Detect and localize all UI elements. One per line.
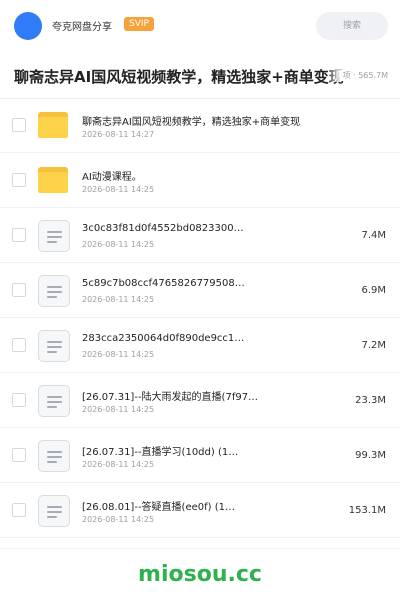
- file-row[interactable]: 3c0c83f81d0f4552bd0823300… 2026-08-11 14:…: [0, 208, 400, 263]
- file-date: 2026-08-11 14:25: [82, 460, 155, 469]
- document-icon: [38, 385, 70, 417]
- divider: [0, 548, 400, 549]
- file-list: 聊斋志异AI国风短视频教学，精选独家+商单变现 2026-08-11 14:27 A…: [0, 98, 400, 538]
- document-icon: [38, 220, 70, 252]
- file-name: 5c89c7b08ccf4765826779508…: [82, 278, 245, 289]
- file-name: [26.07.31]--陆大雨发起的直播(7f97…: [82, 392, 259, 403]
- file-date: 2026-08-11 14:25: [82, 350, 155, 359]
- file-name: [26.07.31]--直播学习(10dd) (1…: [82, 447, 239, 458]
- file-size: 7.2M: [361, 340, 386, 351]
- share-meta-text: 项 · 565.7M: [342, 71, 388, 80]
- file-row[interactable]: 283cca2350064d0f890de9cc1… 2026-08-11 14:…: [0, 318, 400, 373]
- file-date: 2026-08-11 14:25: [82, 515, 155, 524]
- row-checkbox[interactable]: [12, 338, 26, 352]
- share-title-bar: 聊斋志异AI国风短视频教学，精选独家+商单变现 项 · 565.7M: [0, 52, 400, 99]
- file-size: 23.3M: [355, 395, 386, 406]
- folder-row[interactable]: 聊斋志异AI国风短视频教学，精选独家+商单变现 2026-08-11 14:27: [0, 98, 400, 153]
- file-name: 3c0c83f81d0f4552bd0823300…: [82, 223, 244, 234]
- row-checkbox[interactable]: [12, 393, 26, 407]
- file-name: 聊斋志异AI国风短视频教学，精选独家+商单变现: [82, 117, 301, 128]
- search-button[interactable]: 搜索: [316, 12, 388, 40]
- file-name: [26.08.01]--答疑直播(ee0f) (1…: [82, 502, 235, 513]
- file-row[interactable]: [26.08.01]--答疑直播(ee0f) (1… 2026-08-11 14:…: [0, 483, 400, 538]
- file-size: 6.9M: [361, 285, 386, 296]
- svip-badge: SVIP: [124, 17, 154, 31]
- file-date: 2026-08-11 14:25: [82, 240, 155, 249]
- file-row[interactable]: [26.07.31]--陆大雨发起的直播(7f97… 2026-08-11 14:…: [0, 373, 400, 428]
- file-date: 2026-08-11 14:25: [82, 405, 155, 414]
- folder-row[interactable]: AI动漫课程。 2026-08-11 14:25: [0, 153, 400, 208]
- watermark: miosou.cc: [138, 562, 262, 587]
- file-date: 2026-08-11 14:25: [82, 295, 155, 304]
- row-checkbox[interactable]: [12, 448, 26, 462]
- folder-icon: [38, 165, 68, 195]
- file-row[interactable]: 5c89c7b08ccf4765826779508… 2026-08-11 14:…: [0, 263, 400, 318]
- row-checkbox[interactable]: [12, 283, 26, 297]
- document-icon: [38, 275, 70, 307]
- document-icon: [38, 440, 70, 472]
- page-title: 聊斋志异AI国风短视频教学，精选独家+商单变现: [14, 68, 344, 86]
- document-icon: [38, 330, 70, 362]
- app-header: 夸克网盘分享 SVIP 搜索: [0, 0, 400, 52]
- row-checkbox[interactable]: [12, 228, 26, 242]
- file-size: 7.4M: [361, 230, 386, 241]
- row-checkbox[interactable]: [12, 173, 26, 187]
- file-size: 99.3M: [355, 450, 386, 461]
- document-icon: [38, 495, 70, 527]
- file-date: 2026-08-11 14:25: [82, 185, 155, 194]
- file-date: 2026-08-11 14:27: [82, 130, 155, 139]
- avatar[interactable]: [14, 12, 42, 40]
- row-checkbox[interactable]: [12, 118, 26, 132]
- folder-icon: [38, 110, 68, 140]
- row-checkbox[interactable]: [12, 503, 26, 517]
- share-meta: 项 · 565.7M: [326, 70, 388, 82]
- file-size: 153.1M: [348, 505, 386, 516]
- site-name: 夸克网盘分享: [52, 22, 112, 33]
- file-name: AI动漫课程。: [82, 172, 142, 183]
- file-row[interactable]: [26.07.31]--直播学习(10dd) (1… 2026-08-11 14:…: [0, 428, 400, 483]
- file-name: 283cca2350064d0f890de9cc1…: [82, 333, 245, 344]
